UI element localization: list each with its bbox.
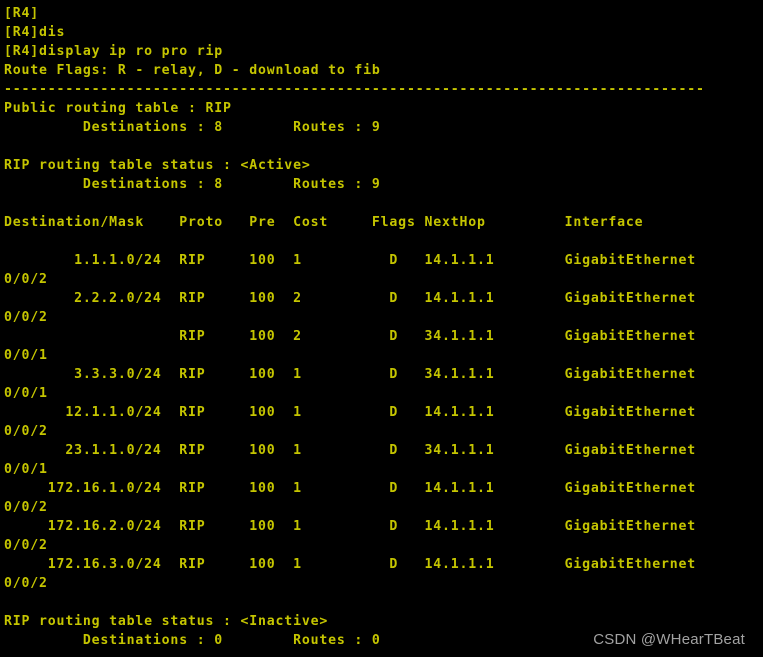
separator-rule: ----------------------------------------… (4, 82, 705, 97)
watermark: CSDN @WHearTBeat (593, 631, 745, 648)
console-line: 172.16.2.0/24 RIP 100 1 D 14.1.1.1 Gigab… (4, 519, 697, 534)
console-line: 0/0/1 (4, 462, 48, 477)
console-line: [R4]display ip ro pro rip (4, 44, 223, 59)
console-line: 23.1.1.0/24 RIP 100 1 D 34.1.1.1 Gigabit… (4, 443, 697, 458)
console-line: [R4] (4, 6, 40, 21)
terminal-screen[interactable]: [R4] [R4]dis [R4]display ip ro pro rip Rout… (0, 0, 763, 657)
console-line: RIP routing table status : <Inactive> (4, 614, 329, 629)
console-line: Destination/Mask Proto Pre Cost Flags Ne… (4, 215, 644, 230)
console-line: Destinations : 8 Routes : 9 (4, 120, 381, 135)
console-line: RIP routing table status : <Active> (4, 158, 311, 173)
console-line: 0/0/2 (4, 310, 48, 325)
console-line: 0/0/2 (4, 500, 48, 515)
console-line: Public routing table : RIP (4, 101, 232, 116)
console-line: 2.2.2.0/24 RIP 100 2 D 14.1.1.1 GigabitE… (4, 291, 697, 306)
console-output: [R4] [R4]dis [R4]display ip ro pro rip Rout… (4, 4, 763, 650)
console-line: RIP 100 2 D 34.1.1.1 GigabitEthernet (4, 329, 697, 344)
console-line: [R4]dis (4, 25, 66, 40)
console-line: 0/0/1 (4, 386, 48, 401)
console-line: 0/0/2 (4, 272, 48, 287)
console-line: 0/0/1 (4, 348, 48, 363)
console-line: Destinations : 8 Routes : 9 (4, 177, 381, 192)
console-line: 0/0/2 (4, 424, 48, 439)
console-line: 12.1.1.0/24 RIP 100 1 D 14.1.1.1 Gigabit… (4, 405, 697, 420)
console-line: 172.16.3.0/24 RIP 100 1 D 14.1.1.1 Gigab… (4, 557, 697, 572)
console-line: 1.1.1.0/24 RIP 100 1 D 14.1.1.1 GigabitE… (4, 253, 697, 268)
console-line: 0/0/2 (4, 538, 48, 553)
console-line: Route Flags: R - relay, D - download to … (4, 63, 381, 78)
console-line: 0/0/2 (4, 576, 48, 591)
console-line: 172.16.1.0/24 RIP 100 1 D 14.1.1.1 Gigab… (4, 481, 697, 496)
console-line: 3.3.3.0/24 RIP 100 1 D 34.1.1.1 GigabitE… (4, 367, 697, 382)
